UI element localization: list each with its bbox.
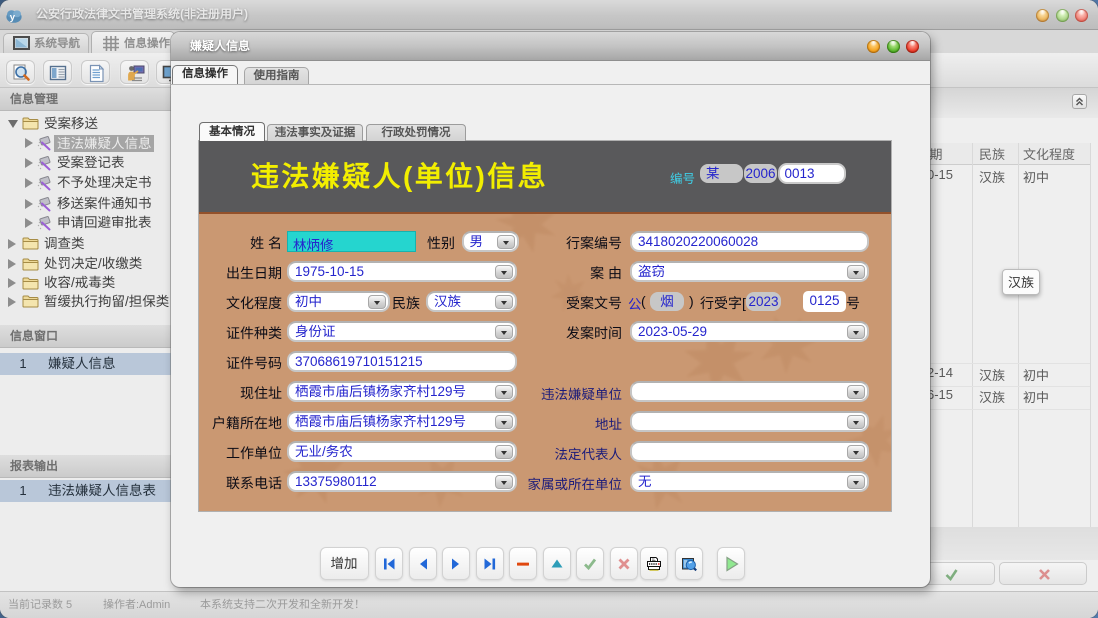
svg-text:y: y [10,12,16,23]
